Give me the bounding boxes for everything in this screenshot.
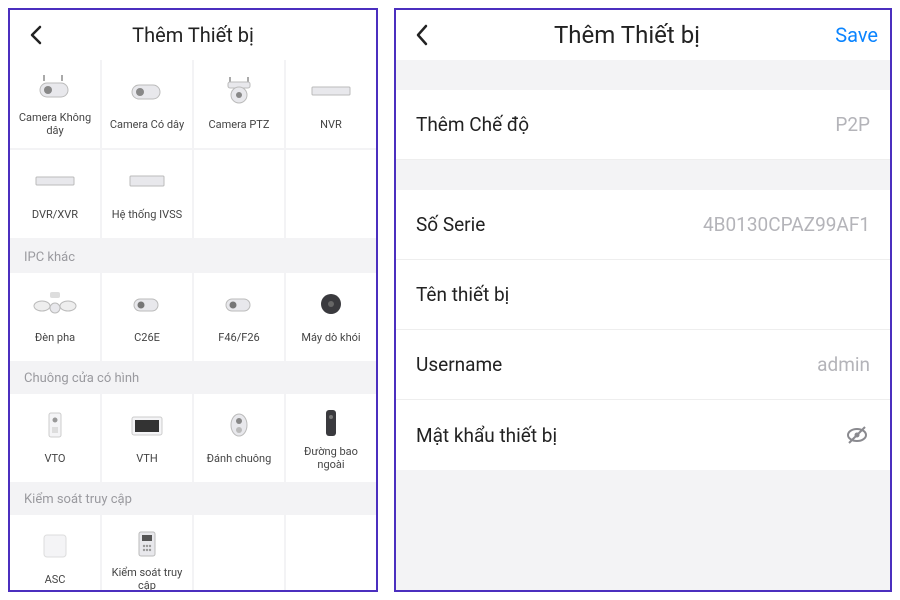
row-value: admin xyxy=(817,353,870,376)
door-panel-icon xyxy=(31,406,79,442)
tablet-icon xyxy=(123,406,171,442)
save-button[interactable]: Save xyxy=(818,23,878,47)
catalog-title: Thêm Thiết bị xyxy=(50,23,336,47)
ptz-cam-icon xyxy=(215,72,263,108)
pillar-icon xyxy=(307,404,355,440)
bullet-cam-wifi-icon xyxy=(31,70,79,106)
section-header: Kiểm soát truy cập xyxy=(10,482,376,515)
device-tile-cam-ptz[interactable]: Camera PTZ xyxy=(194,60,284,148)
device-tile-cam-wired[interactable]: Camera Có dây xyxy=(102,60,192,148)
device-grid: VTO VTH Đánh chuông Đường bao ngoài xyxy=(10,394,376,482)
device-tile-outdoor[interactable]: Đường bao ngoài xyxy=(286,394,376,482)
catalog-header: Thêm Thiết bị xyxy=(10,10,376,60)
square-panel-icon xyxy=(31,527,79,563)
tile-label: Camera Không dây xyxy=(10,112,100,137)
tile-label: NVR xyxy=(316,114,346,136)
row-device-name[interactable]: Tên thiết bị xyxy=(396,260,890,330)
form-header: Thêm Thiết bị Save xyxy=(396,10,890,60)
bullet-cam-small-icon xyxy=(215,285,263,321)
tile-label: Máy dò khói xyxy=(297,327,364,349)
tile-label: Hệ thống IVSS xyxy=(108,204,186,226)
row-username[interactable]: Username admin xyxy=(396,330,890,400)
row-value: 4B0130CPAZ99AF1 xyxy=(703,213,870,236)
tile-label: Đánh chuông xyxy=(203,448,276,470)
device-grid: ASC Kiểm soát truy cập xyxy=(10,515,376,590)
eye-off-icon[interactable] xyxy=(844,422,870,448)
tile-empty xyxy=(194,515,284,590)
device-tile-asc[interactable]: ASC xyxy=(10,515,100,590)
bell-round-icon xyxy=(215,406,263,442)
row-password[interactable]: Mật khẩu thiết bị xyxy=(396,400,890,470)
device-tile-nvr[interactable]: NVR xyxy=(286,60,376,148)
tile-label: VTO xyxy=(41,448,70,470)
row-label: Thêm Chế độ xyxy=(416,113,529,136)
device-tile-dvr-xvr[interactable]: DVR/XVR xyxy=(10,150,100,238)
chevron-left-icon xyxy=(29,25,43,45)
device-grid: Đèn pha C26E F46/F26 Máy dò khói xyxy=(10,273,376,361)
tile-label: C26E xyxy=(130,327,164,349)
floodlight-icon xyxy=(31,285,79,321)
device-tile-floodlight[interactable]: Đèn pha xyxy=(10,273,100,361)
row-label: Số Serie xyxy=(416,213,485,236)
box-flat-icon xyxy=(123,162,171,198)
tile-empty xyxy=(194,150,284,238)
device-form-panel: Thêm Thiết bị Save Thêm Chế độ P2P Số Se… xyxy=(394,8,892,592)
back-button[interactable] xyxy=(408,21,436,49)
disc-icon xyxy=(307,285,355,321)
row-label: Mật khẩu thiết bị xyxy=(416,424,557,447)
tile-label: Camera PTZ xyxy=(205,114,274,136)
device-tile-vto[interactable]: VTO xyxy=(10,394,100,482)
back-button[interactable] xyxy=(22,21,50,49)
tile-label: Đèn pha xyxy=(31,327,79,349)
box-long-icon xyxy=(307,72,355,108)
catalog-scroll[interactable]: Camera Không dây Camera Có dây Camera PTZ N… xyxy=(10,60,376,590)
device-tile-smoke[interactable]: Máy dò khói xyxy=(286,273,376,361)
device-tile-cam-wireless[interactable]: Camera Không dây xyxy=(10,60,100,148)
tile-label: F46/F26 xyxy=(214,327,263,349)
tile-label: Kiểm soát truy cập xyxy=(102,567,192,590)
bullet-cam-small-icon xyxy=(123,285,171,321)
chevron-left-icon xyxy=(414,23,430,47)
form-body: Thêm Chế độ P2P Số Serie 4B0130CPAZ99AF1… xyxy=(396,60,890,590)
device-tile-ivss[interactable]: Hệ thống IVSS xyxy=(102,150,192,238)
keypad-icon xyxy=(123,525,171,561)
row-value: P2P xyxy=(835,113,870,136)
device-tile-access[interactable]: Kiểm soát truy cập xyxy=(102,515,192,590)
section-header: IPC khác xyxy=(10,240,376,273)
tile-label: DVR/XVR xyxy=(28,204,82,226)
device-tile-f46-f26[interactable]: F46/F26 xyxy=(194,273,284,361)
device-catalog-panel: Thêm Thiết bị Camera Không dây Camera Có … xyxy=(8,8,378,592)
device-tile-doorbell[interactable]: Đánh chuông xyxy=(194,394,284,482)
bullet-cam-icon xyxy=(123,72,171,108)
form-title: Thêm Thiết bị xyxy=(436,21,818,49)
row-serial[interactable]: Số Serie 4B0130CPAZ99AF1 xyxy=(396,190,890,260)
tile-label: VTH xyxy=(132,448,161,470)
tile-label: Camera Có dây xyxy=(106,114,188,136)
tile-label: Đường bao ngoài xyxy=(286,446,376,471)
row-label: Tên thiết bị xyxy=(416,283,509,306)
device-grid-main: Camera Không dây Camera Có dây Camera PTZ N… xyxy=(10,60,376,240)
row-add-mode[interactable]: Thêm Chế độ P2P xyxy=(396,90,890,160)
device-tile-c26e[interactable]: C26E xyxy=(102,273,192,361)
box-long-icon xyxy=(31,162,79,198)
device-tile-vth[interactable]: VTH xyxy=(102,394,192,482)
row-label: Username xyxy=(416,353,502,376)
tile-empty xyxy=(286,150,376,238)
section-header: Chuông cửa có hình xyxy=(10,361,376,394)
tile-label: ASC xyxy=(41,569,70,590)
tile-empty xyxy=(286,515,376,590)
